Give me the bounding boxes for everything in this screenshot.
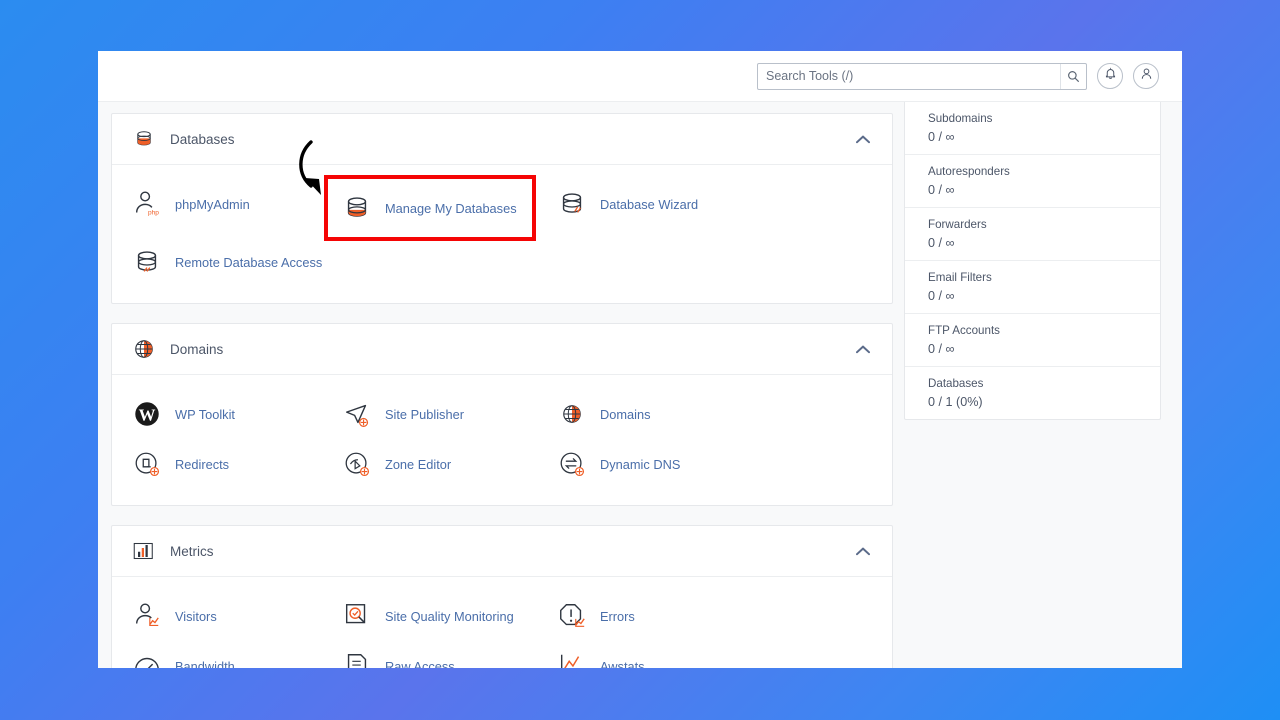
stat-value: 0 / ∞ bbox=[928, 183, 955, 197]
stats-list: Subdomains 0 / ∞ Autoresponders 0 / ∞ Forwar… bbox=[904, 102, 1161, 420]
database-wizard-icon bbox=[555, 187, 589, 221]
tool-label: Bandwidth bbox=[175, 658, 235, 669]
wordpress-icon: W bbox=[130, 397, 164, 431]
search-tools-container bbox=[757, 62, 1087, 90]
stat-value: 0 / ∞ bbox=[928, 130, 955, 144]
tool-item-site-publisher[interactable]: Site Publisher bbox=[340, 389, 555, 439]
redirects-icon bbox=[130, 447, 164, 481]
notifications-button[interactable] bbox=[1097, 63, 1123, 89]
site-quality-monitoring-icon bbox=[340, 599, 374, 633]
section-title: Domains bbox=[170, 341, 224, 357]
section-domains: Domains W WP Toolkit Site Publisher Domains R… bbox=[111, 323, 893, 506]
stat-row: FTP Accounts 0 / ∞ bbox=[905, 314, 1160, 367]
app-header bbox=[98, 51, 1182, 102]
manage-databases-icon bbox=[340, 191, 374, 225]
remote-database-access-icon bbox=[130, 245, 164, 279]
tool-item-site-quality-monitoring[interactable]: Site Quality Monitoring bbox=[340, 591, 555, 641]
stat-value: 0 / ∞ bbox=[928, 236, 955, 250]
stat-row: Email Filters 0 / ∞ bbox=[905, 261, 1160, 314]
section-header-domains[interactable]: Domains bbox=[112, 324, 892, 375]
globe-icon bbox=[555, 397, 589, 431]
chevron-up-icon[interactable] bbox=[856, 547, 870, 556]
tool-item-manage-my-databases[interactable]: Manage My Databases bbox=[324, 175, 536, 241]
tool-label: Site Publisher bbox=[385, 406, 464, 422]
raw-access-icon bbox=[340, 649, 374, 668]
stat-row: Forwarders 0 / ∞ bbox=[905, 208, 1160, 261]
chevron-up-icon[interactable] bbox=[856, 135, 870, 144]
tool-label: phpMyAdmin bbox=[175, 196, 250, 212]
stat-name: Forwarders bbox=[928, 218, 987, 231]
tool-label: Redirects bbox=[175, 456, 230, 472]
section-databases: Databases php phpMyAdmin Manage My Database… bbox=[111, 113, 893, 304]
stat-row: Autoresponders 0 / ∞ bbox=[905, 155, 1160, 208]
tool-label: Awstats bbox=[600, 658, 645, 669]
tool-label: Database Wizard bbox=[600, 196, 699, 212]
user-icon bbox=[1140, 67, 1153, 85]
section-metrics: Metrics Visitors Site Quality Monitoring Er… bbox=[111, 525, 893, 668]
visitors-icon bbox=[130, 599, 164, 633]
bell-icon bbox=[1104, 67, 1117, 85]
section-title: Databases bbox=[170, 131, 235, 147]
tool-label: Errors bbox=[600, 608, 635, 624]
stat-name: Databases bbox=[928, 377, 984, 390]
tool-item-visitors[interactable]: Visitors bbox=[130, 591, 340, 641]
tool-grid-metrics: Visitors Site Quality Monitoring Errors Ban… bbox=[112, 577, 892, 668]
search-input[interactable] bbox=[757, 62, 1087, 90]
tool-item-zone-editor[interactable]: Zone Editor bbox=[340, 439, 555, 489]
stat-row: Subdomains 0 / ∞ bbox=[905, 102, 1160, 155]
svg-text:php: php bbox=[148, 209, 159, 216]
dynamic-dns-icon bbox=[555, 447, 589, 481]
tool-grid-databases: php phpMyAdmin Manage My Databases Database… bbox=[112, 165, 892, 303]
tool-label: Remote Database Access bbox=[175, 254, 323, 270]
section-title: Metrics bbox=[170, 543, 214, 559]
tool-item-errors[interactable]: Errors bbox=[555, 591, 892, 641]
errors-icon bbox=[555, 599, 589, 633]
stat-value: 0 / 1 (0%) bbox=[928, 395, 983, 409]
awstats-icon bbox=[555, 649, 589, 668]
svg-text:W: W bbox=[139, 406, 156, 425]
section-header-metrics[interactable]: Metrics bbox=[112, 526, 892, 577]
search-icon[interactable] bbox=[1060, 63, 1086, 89]
stat-value: 0 / ∞ bbox=[928, 342, 955, 356]
stat-value: 0 / ∞ bbox=[928, 289, 955, 303]
tool-label: Raw Access bbox=[385, 658, 455, 669]
tool-item-bandwidth[interactable]: Bandwidth bbox=[130, 641, 340, 668]
tool-label: Visitors bbox=[175, 608, 217, 624]
tool-label: Dynamic DNS bbox=[600, 456, 681, 472]
tool-sections-column: Databases php phpMyAdmin Manage My Database… bbox=[98, 102, 904, 668]
tool-label: Domains bbox=[600, 406, 651, 422]
tool-label: Manage My Databases bbox=[385, 200, 517, 216]
tool-label: Site Quality Monitoring bbox=[385, 608, 514, 624]
database-icon bbox=[131, 126, 157, 152]
site-publisher-icon bbox=[340, 397, 374, 431]
phpmyadmin-icon: php bbox=[130, 187, 164, 221]
tool-item-awstats[interactable]: Awstats bbox=[555, 641, 892, 668]
chevron-up-icon[interactable] bbox=[856, 345, 870, 354]
tool-item-raw-access[interactable]: Raw Access bbox=[340, 641, 555, 668]
tool-item-domains[interactable]: Domains bbox=[555, 389, 892, 439]
tool-item-remote-database-access[interactable]: Remote Database Access bbox=[130, 237, 340, 287]
section-header-databases[interactable]: Databases bbox=[112, 114, 892, 165]
bandwidth-gauge-icon bbox=[130, 649, 164, 668]
stat-name: Subdomains bbox=[928, 112, 993, 125]
browser-viewport: Databases php phpMyAdmin Manage My Database… bbox=[98, 51, 1182, 668]
user-account-button[interactable] bbox=[1133, 63, 1159, 89]
stat-name: Email Filters bbox=[928, 271, 992, 284]
stat-name: FTP Accounts bbox=[928, 324, 1000, 337]
tool-grid-domains: W WP Toolkit Site Publisher Domains Redirect… bbox=[112, 375, 892, 505]
zone-editor-icon bbox=[340, 447, 374, 481]
statistics-sidebar: Subdomains 0 / ∞ Autoresponders 0 / ∞ Forwar… bbox=[904, 102, 1182, 668]
tool-item-redirects[interactable]: Redirects bbox=[130, 439, 340, 489]
globe-icon bbox=[131, 336, 157, 362]
tool-item-wp-toolkit[interactable]: W WP Toolkit bbox=[130, 389, 340, 439]
tool-item-dynamic-dns[interactable]: Dynamic DNS bbox=[555, 439, 892, 489]
content-area: Databases php phpMyAdmin Manage My Database… bbox=[98, 102, 1182, 668]
tool-label: WP Toolkit bbox=[175, 406, 235, 422]
stat-row: Databases 0 / 1 (0%) bbox=[905, 367, 1160, 419]
tool-item-database-wizard[interactable]: Database Wizard bbox=[555, 179, 892, 229]
tool-label: Zone Editor bbox=[385, 456, 452, 472]
metrics-bars-icon bbox=[131, 538, 157, 564]
tool-item-phpmyadmin[interactable]: php phpMyAdmin bbox=[130, 179, 340, 229]
stat-name: Autoresponders bbox=[928, 165, 1010, 178]
